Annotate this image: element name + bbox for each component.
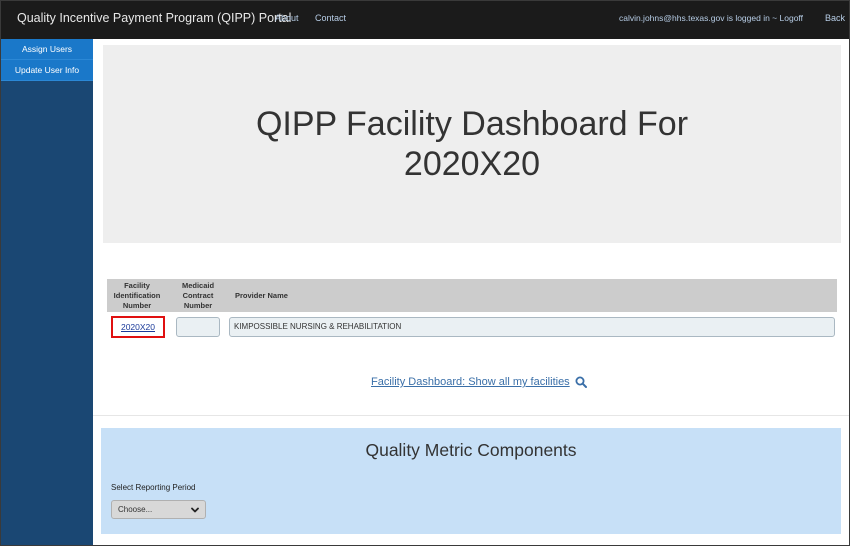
dashboard-jumbotron: QIPP Facility Dashboard For 2020X20 <box>103 45 841 243</box>
brand-title[interactable]: Quality Incentive Payment Program (QIPP)… <box>17 11 291 25</box>
main-content: QIPP Facility Dashboard For 2020X20 Faci… <box>93 39 849 545</box>
facility-id-link[interactable]: 2020X20 <box>121 322 155 332</box>
chevron-down-icon <box>191 507 199 513</box>
nav-contact-link[interactable]: Contact <box>315 13 346 23</box>
show-all-facilities-label[interactable]: Facility Dashboard: Show all my faciliti… <box>371 376 570 388</box>
section-divider <box>93 415 849 416</box>
nav-back-link[interactable]: Back <box>825 13 845 23</box>
login-status-logoff[interactable]: calvin.johns@hhs.texas.gov is logged in … <box>619 13 803 23</box>
reporting-period-label: Select Reporting Period <box>111 483 196 492</box>
reporting-period-value: Choose... <box>118 505 153 514</box>
sidebar-item-assign-users[interactable]: Assign Users <box>1 39 93 60</box>
search-icon[interactable] <box>575 376 587 388</box>
col-header-medicaid-contract: Medicaid Contract Number <box>181 280 215 310</box>
col-header-provider-name: Provider Name <box>235 290 288 300</box>
page-title: QIPP Facility Dashboard For 2020X20 <box>255 105 689 183</box>
sidebar: Assign Users Update User Info <box>1 39 93 545</box>
quality-metric-panel: Quality Metric Components Select Reporti… <box>101 428 841 534</box>
reporting-period-select[interactable]: Choose... <box>111 500 206 519</box>
table-header-row: Facility Identification Number Medicaid … <box>107 279 837 312</box>
nav-about-link[interactable]: About <box>275 13 299 23</box>
quality-metric-title: Quality Metric Components <box>365 440 577 460</box>
sidebar-item-update-user-info[interactable]: Update User Info <box>1 60 93 81</box>
facility-table: Facility Identification Number Medicaid … <box>107 279 837 338</box>
provider-name-field: KIMPOSSIBLE NURSING & REHABILITATION <box>229 317 835 337</box>
medicaid-contract-field <box>176 317 220 337</box>
table-row: 2020X20 KIMPOSSIBLE NURSING & REHABILITA… <box>107 312 837 338</box>
col-header-facility-id: Facility Identification Number <box>113 280 161 310</box>
show-all-facilities-link[interactable]: Facility Dashboard: Show all my faciliti… <box>371 376 587 388</box>
facility-id-highlight: 2020X20 <box>111 316 165 338</box>
top-navbar: Quality Incentive Payment Program (QIPP)… <box>1 1 849 39</box>
app-window: Quality Incentive Payment Program (QIPP)… <box>0 0 850 546</box>
